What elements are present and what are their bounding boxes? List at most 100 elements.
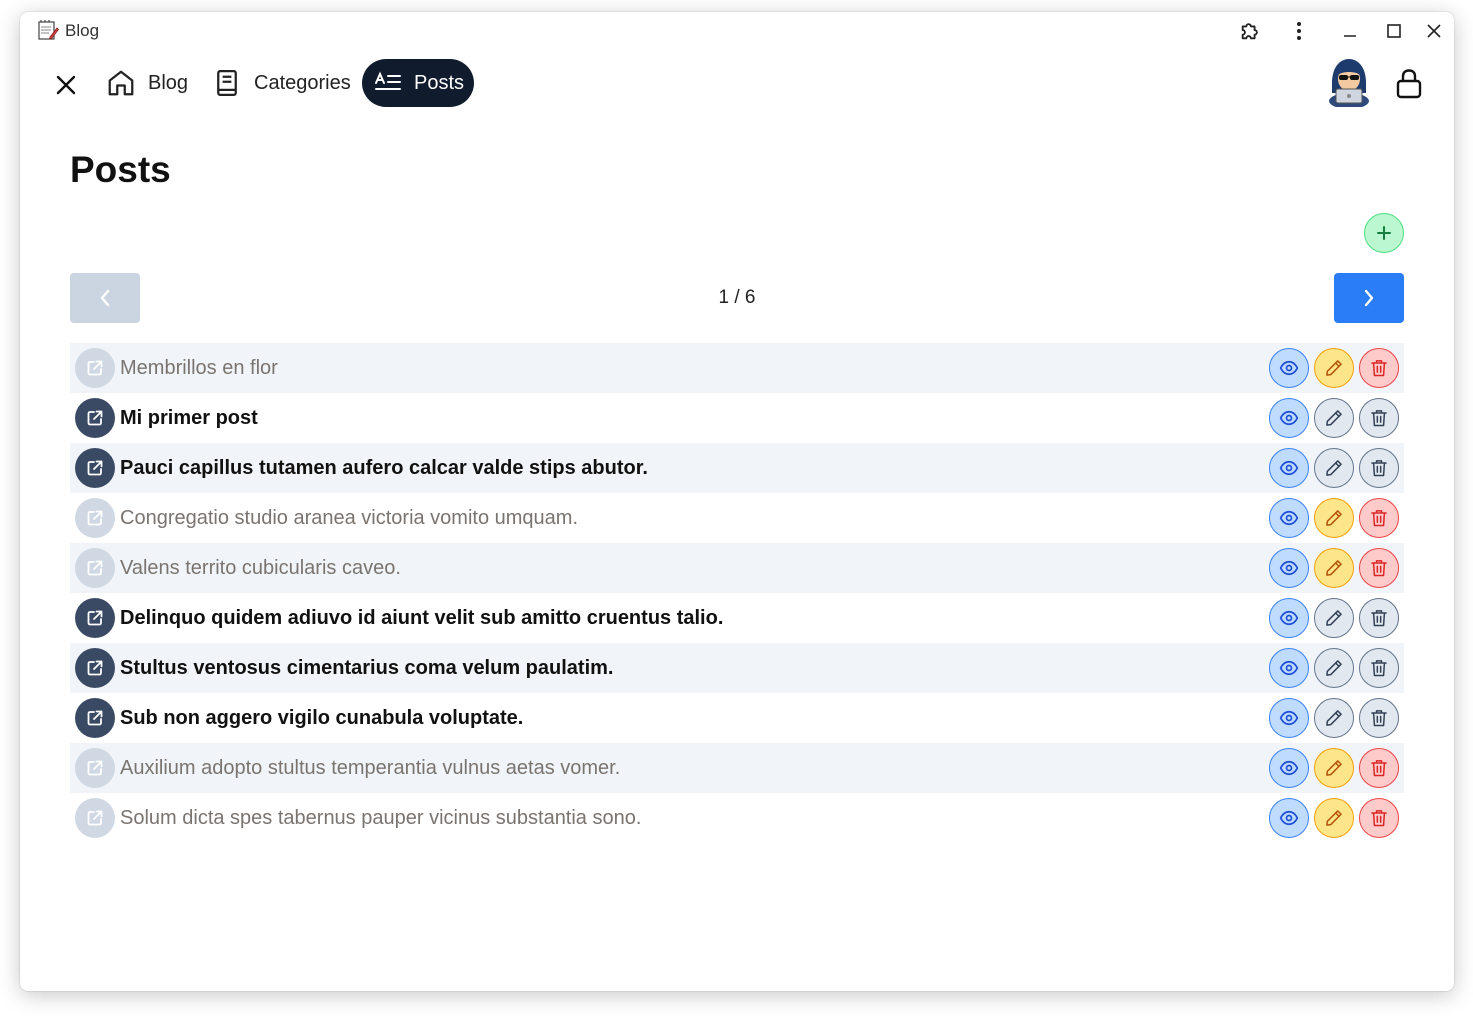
delete-post-button[interactable] [1359, 648, 1399, 688]
edit-post-button[interactable] [1314, 348, 1354, 388]
minimize-button[interactable] [1337, 18, 1363, 44]
previous-page-button[interactable] [70, 273, 140, 323]
minimize-icon [1344, 35, 1356, 37]
more-vertical-icon [1297, 22, 1301, 40]
post-title[interactable]: Mi primer post [120, 407, 258, 430]
eye-icon [1279, 610, 1299, 626]
open-post-link-button[interactable] [75, 598, 115, 638]
pencil-icon [1326, 810, 1342, 826]
view-post-button[interactable] [1269, 748, 1309, 788]
eye-icon [1279, 510, 1299, 526]
open-post-link-button[interactable] [75, 648, 115, 688]
view-post-button[interactable] [1269, 548, 1309, 588]
pencil-icon [1326, 710, 1342, 726]
external-link-icon [87, 410, 103, 426]
more-menu-button[interactable] [1286, 18, 1312, 44]
post-actions [1269, 448, 1399, 488]
nav-item-categories[interactable]: Categories [202, 59, 361, 107]
open-post-link-button[interactable] [75, 548, 115, 588]
add-post-button[interactable] [1364, 213, 1404, 253]
pencil-icon [1326, 760, 1342, 776]
open-post-link-button[interactable] [75, 448, 115, 488]
external-link-icon [87, 360, 103, 376]
nav-item-label: Posts [414, 71, 465, 94]
delete-post-button[interactable] [1359, 448, 1399, 488]
open-post-link-button[interactable] [75, 398, 115, 438]
post-title[interactable]: Solum dicta spes tabernus pauper vicinus… [120, 807, 641, 830]
view-post-button[interactable] [1269, 498, 1309, 538]
post-title[interactable]: Congregatio studio aranea victoria vomit… [120, 507, 578, 530]
post-actions [1269, 398, 1399, 438]
plus-icon [1377, 226, 1391, 240]
trash-icon [1371, 360, 1387, 377]
open-post-link-button[interactable] [75, 748, 115, 788]
user-avatar[interactable] [1326, 57, 1372, 107]
view-post-button[interactable] [1269, 348, 1309, 388]
next-page-button[interactable] [1334, 273, 1404, 323]
post-row: Solum dicta spes tabernus pauper vicinus… [70, 793, 1404, 843]
close-window-button[interactable] [1421, 18, 1447, 44]
maximize-button[interactable] [1381, 18, 1407, 44]
delete-post-button[interactable] [1359, 548, 1399, 588]
home-icon [108, 70, 134, 96]
trash-icon [1371, 560, 1387, 577]
post-title[interactable]: Pauci capillus tutamen aufero calcar val… [120, 457, 648, 480]
logout-lock-button[interactable] [1393, 67, 1425, 101]
post-title[interactable]: Auxilium adopto stultus temperantia vuln… [120, 757, 620, 780]
pencil-icon [1326, 610, 1342, 626]
edit-post-button[interactable] [1314, 448, 1354, 488]
view-post-button[interactable] [1269, 398, 1309, 438]
pencil-icon [1326, 510, 1342, 526]
trash-icon [1371, 510, 1387, 527]
post-actions [1269, 348, 1399, 388]
pencil-icon [1326, 410, 1342, 426]
delete-post-button[interactable] [1359, 748, 1399, 788]
view-post-button[interactable] [1269, 798, 1309, 838]
nav-item-blog[interactable]: Blog [96, 59, 198, 107]
delete-post-button[interactable] [1359, 348, 1399, 388]
external-link-icon [87, 660, 103, 676]
post-row: Sub non aggero vigilo cunabula voluptate… [70, 693, 1404, 743]
delete-post-button[interactable] [1359, 598, 1399, 638]
pencil-icon [1326, 460, 1342, 476]
post-row: Mi primer post [70, 393, 1404, 443]
extensions-button[interactable] [1237, 18, 1263, 44]
edit-post-button[interactable] [1314, 398, 1354, 438]
post-title[interactable]: Delinquo quidem adiuvo id aiunt velit su… [120, 607, 723, 630]
external-link-icon [87, 810, 103, 826]
edit-post-button[interactable] [1314, 548, 1354, 588]
post-title[interactable]: Sub non aggero vigilo cunabula voluptate… [120, 707, 523, 730]
edit-post-button[interactable] [1314, 698, 1354, 738]
post-title[interactable]: Stultus ventosus cimentarius coma velum … [120, 657, 613, 680]
delete-post-button[interactable] [1359, 398, 1399, 438]
external-link-icon [87, 760, 103, 776]
eye-icon [1279, 760, 1299, 776]
edit-post-button[interactable] [1314, 648, 1354, 688]
chevron-left-icon [100, 289, 110, 307]
close-menu-button[interactable] [50, 69, 82, 101]
post-title[interactable]: Membrillos en flor [120, 357, 278, 380]
view-post-button[interactable] [1269, 698, 1309, 738]
post-title[interactable]: Valens territo cubicularis caveo. [120, 557, 401, 580]
open-post-link-button[interactable] [75, 798, 115, 838]
post-actions [1269, 698, 1399, 738]
nav-item-posts[interactable]: Posts [362, 59, 475, 107]
eye-icon [1279, 360, 1299, 376]
edit-post-button[interactable] [1314, 498, 1354, 538]
page-title: Posts [70, 149, 171, 190]
view-post-button[interactable] [1269, 448, 1309, 488]
open-post-link-button[interactable] [75, 348, 115, 388]
view-post-button[interactable] [1269, 648, 1309, 688]
open-post-link-button[interactable] [75, 698, 115, 738]
edit-post-button[interactable] [1314, 748, 1354, 788]
edit-post-button[interactable] [1314, 798, 1354, 838]
edit-post-button[interactable] [1314, 598, 1354, 638]
open-post-link-button[interactable] [75, 498, 115, 538]
delete-post-button[interactable] [1359, 498, 1399, 538]
delete-post-button[interactable] [1359, 798, 1399, 838]
trash-icon [1371, 410, 1387, 427]
eye-icon [1279, 410, 1299, 426]
view-post-button[interactable] [1269, 598, 1309, 638]
delete-post-button[interactable] [1359, 698, 1399, 738]
external-link-icon [87, 460, 103, 476]
